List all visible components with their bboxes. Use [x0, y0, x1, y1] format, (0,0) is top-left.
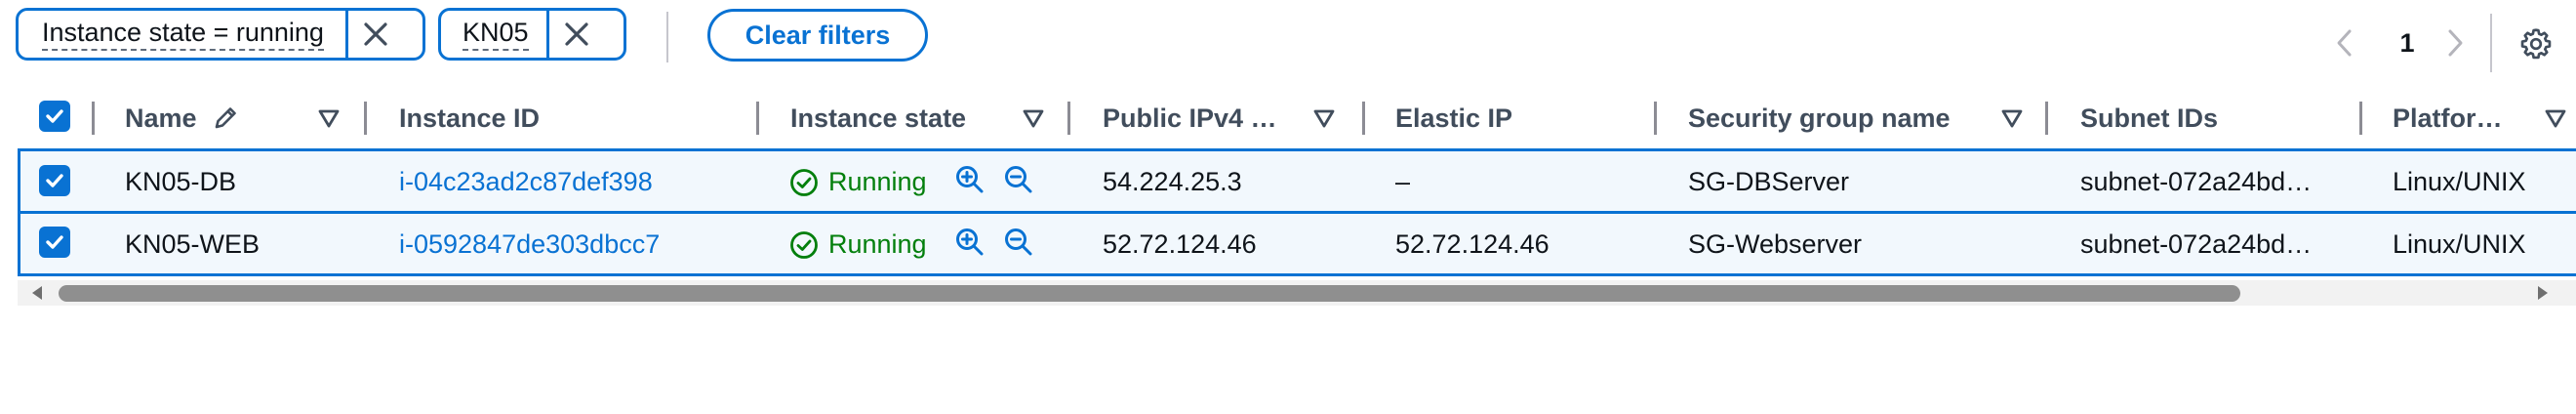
cell-elastic-ip: – [1395, 166, 1411, 196]
triangle-right-icon [2538, 286, 2548, 300]
previous-page-button[interactable] [2329, 21, 2358, 64]
cell-subnet-id: subnet-072a24bd… [2080, 228, 2313, 259]
gear-icon [2520, 28, 2552, 60]
page-number-button[interactable]: 1 [2393, 21, 2422, 64]
zoom-out-icon[interactable] [1003, 227, 1034, 258]
instance-id-link[interactable]: i-04c23ad2c87def398 [399, 162, 653, 201]
filter-token-instance-state: Instance state = running [16, 8, 425, 61]
filter-token-label[interactable]: Instance state = running [19, 11, 345, 58]
column-divider[interactable] [1362, 102, 1365, 135]
remove-filter-button[interactable] [344, 11, 403, 58]
remove-filter-button[interactable] [545, 11, 604, 58]
sort-icon[interactable] [316, 105, 342, 131]
cell-elastic-ip: 52.72.124.46 [1395, 228, 1550, 259]
next-page-button[interactable] [2441, 21, 2471, 64]
status-running: Running [828, 228, 927, 259]
column-header-security-group[interactable]: Security group name [1688, 94, 1951, 143]
cell-subnet-id: subnet-072a24bd… [2080, 166, 2313, 196]
check-icon [46, 235, 63, 249]
triangle-left-icon [32, 286, 42, 300]
filter-token-label[interactable]: KN05 [441, 11, 546, 58]
preferences-button[interactable] [2514, 21, 2558, 66]
cell-security-group: SG-Webserver [1688, 228, 1863, 259]
column-divider[interactable] [2045, 102, 2048, 135]
cell-public-ipv4: 52.72.124.46 [1103, 228, 1257, 259]
instance-id-link[interactable]: i-0592847de303dbcc7 [399, 225, 660, 264]
column-divider[interactable] [1654, 102, 1657, 135]
column-divider[interactable] [756, 102, 759, 135]
filter-token-text: KN05 [463, 18, 529, 51]
cell-name: KN05-DB [125, 166, 237, 196]
sort-icon[interactable] [1021, 105, 1046, 131]
column-header-public-ipv4[interactable]: Public IPv4 … [1103, 94, 1277, 143]
zoom-in-icon[interactable] [954, 227, 986, 258]
clear-filters-button[interactable]: Clear filters [707, 9, 928, 62]
row-checkbox[interactable] [39, 227, 70, 258]
zoom-out-icon[interactable] [1003, 164, 1034, 195]
scrollbar-thumb[interactable] [59, 285, 2240, 302]
sort-icon[interactable] [2543, 105, 2568, 131]
scroll-right-button[interactable] [2533, 281, 2553, 305]
toolbar-divider [666, 12, 668, 62]
close-icon [364, 22, 387, 46]
pagination-divider [2490, 14, 2492, 72]
status-success-icon [790, 231, 818, 259]
select-all-checkbox[interactable] [39, 101, 70, 132]
column-header-platform[interactable]: Platfor… [2393, 94, 2503, 143]
sort-icon[interactable] [1311, 105, 1337, 131]
filter-token-kn05: KN05 [438, 8, 626, 61]
column-header-instance-state[interactable]: Instance state [790, 94, 966, 143]
row-checkbox[interactable] [39, 165, 70, 196]
cell-public-ipv4: 54.224.25.3 [1103, 166, 1242, 196]
scroll-left-button[interactable] [27, 281, 47, 305]
column-divider[interactable] [364, 102, 367, 135]
column-header-name[interactable]: Name [125, 94, 197, 143]
check-icon [46, 174, 63, 187]
chevron-right-icon [2448, 29, 2463, 57]
column-divider [92, 102, 95, 135]
cell-platform: Linux/UNIX [2393, 228, 2526, 259]
column-header-instance-id[interactable]: Instance ID [399, 94, 540, 143]
cell-name: KN05-WEB [125, 228, 261, 259]
sort-icon[interactable] [1999, 105, 2025, 131]
column-divider[interactable] [1067, 102, 1070, 135]
zoom-in-icon[interactable] [954, 164, 986, 195]
cell-security-group: SG-DBServer [1688, 166, 1850, 196]
pencil-icon [215, 107, 236, 129]
cell-platform: Linux/UNIX [2393, 166, 2526, 196]
close-icon [564, 22, 588, 46]
column-header-elastic-ip[interactable]: Elastic IP [1395, 94, 1512, 143]
chevron-left-icon [2337, 29, 2352, 57]
check-icon [46, 109, 63, 123]
column-header-subnet-ids[interactable]: Subnet IDs [2080, 94, 2218, 143]
column-divider[interactable] [2359, 102, 2362, 135]
filter-token-text: Instance state = running [42, 18, 324, 51]
status-success-icon [790, 169, 818, 196]
status-running: Running [828, 166, 927, 196]
